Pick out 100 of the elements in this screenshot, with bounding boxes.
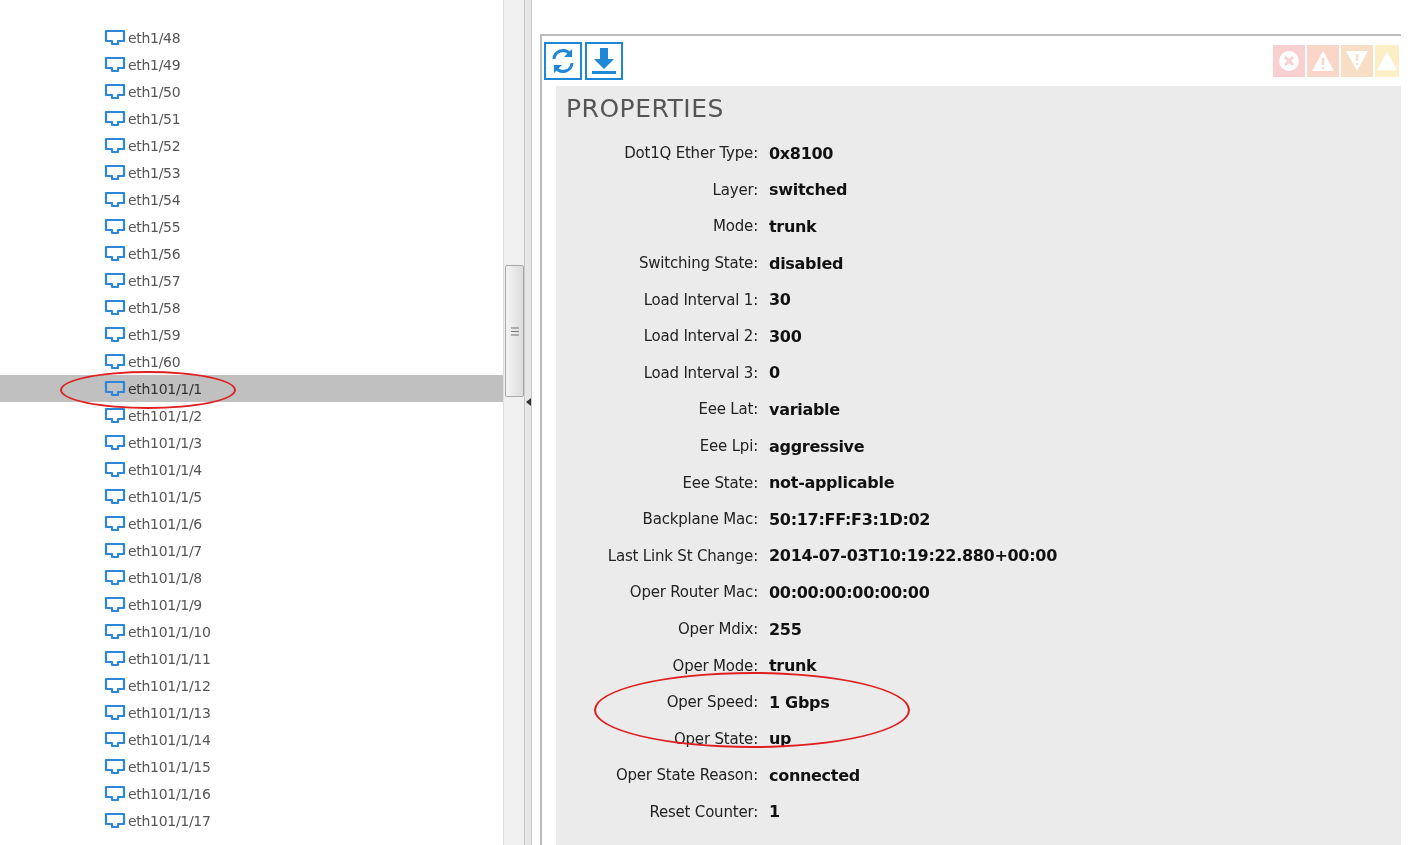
tree-item[interactable]: eth101/1/7 bbox=[0, 537, 503, 564]
interface-label: eth101/1/17 bbox=[128, 812, 211, 829]
property-value: trunk bbox=[769, 656, 817, 676]
tree-item[interactable]: eth101/1/10 bbox=[0, 618, 503, 645]
property-value: variable bbox=[769, 399, 840, 419]
refresh-button[interactable] bbox=[544, 42, 582, 80]
download-icon bbox=[591, 47, 617, 75]
property-label: Oper State Reason: bbox=[614, 766, 758, 785]
tree-item[interactable]: eth101/1/16 bbox=[0, 780, 503, 807]
tree-item[interactable]: eth1/50 bbox=[0, 78, 503, 105]
network-port-icon bbox=[104, 757, 126, 776]
tree-item[interactable]: eth101/1/12 bbox=[0, 672, 503, 699]
property-label: Last Link St Change: bbox=[606, 546, 758, 565]
tree-item[interactable]: eth1/51 bbox=[0, 105, 503, 132]
interface-label: eth1/55 bbox=[128, 218, 181, 235]
warning-fault-button[interactable] bbox=[1375, 45, 1399, 77]
property-value: 300 bbox=[769, 326, 802, 346]
network-port-icon bbox=[104, 55, 126, 74]
tree-item[interactable]: eth101/1/15 bbox=[0, 753, 503, 780]
tree-item[interactable]: eth1/58 bbox=[0, 294, 503, 321]
network-port-icon bbox=[104, 460, 126, 479]
property-value: 255 bbox=[769, 619, 802, 639]
interface-label: eth101/1/5 bbox=[128, 488, 202, 505]
grip-icon bbox=[510, 326, 519, 336]
tree-item[interactable]: eth101/1/1 bbox=[0, 375, 503, 402]
tree-item[interactable]: eth1/56 bbox=[0, 240, 503, 267]
network-port-icon bbox=[104, 271, 126, 290]
tree-item[interactable]: eth101/1/8 bbox=[0, 564, 503, 591]
interface-label: eth101/1/15 bbox=[128, 758, 211, 775]
property-value: switched bbox=[769, 180, 848, 200]
property-label: Load Interval 1: bbox=[642, 290, 758, 309]
tree-item[interactable]: eth101/1/13 bbox=[0, 699, 503, 726]
minor-fault-button[interactable] bbox=[1341, 45, 1373, 77]
network-port-icon bbox=[104, 649, 126, 668]
tree-item[interactable]: eth1/53 bbox=[0, 159, 503, 186]
interface-label: eth1/50 bbox=[128, 83, 181, 100]
interface-label: eth101/1/12 bbox=[128, 677, 211, 694]
property-label: Oper Router Mac: bbox=[628, 583, 758, 602]
interface-label: eth1/58 bbox=[128, 299, 181, 316]
interface-label: eth1/48 bbox=[128, 29, 181, 46]
interface-label: eth101/1/14 bbox=[128, 731, 211, 748]
tree-item[interactable]: eth1/60 bbox=[0, 348, 503, 375]
network-port-icon bbox=[104, 514, 126, 533]
critical-fault-button[interactable] bbox=[1273, 45, 1305, 77]
network-port-icon bbox=[104, 28, 126, 47]
tree-item[interactable]: eth101/1/6 bbox=[0, 510, 503, 537]
tree-item[interactable]: eth101/1/4 bbox=[0, 456, 503, 483]
property-label: Oper State: bbox=[672, 729, 758, 748]
tree-item[interactable]: eth101/1/3 bbox=[0, 429, 503, 456]
interface-label: eth101/1/1 bbox=[128, 380, 202, 397]
network-port-icon bbox=[104, 676, 126, 695]
down-triangle-icon bbox=[1345, 50, 1369, 72]
tree-item[interactable]: eth1/54 bbox=[0, 186, 503, 213]
interface-label: eth1/51 bbox=[128, 110, 181, 127]
warning-icon bbox=[1311, 50, 1335, 72]
tree-item[interactable]: eth101/1/14 bbox=[0, 726, 503, 753]
interface-label: eth1/60 bbox=[128, 353, 181, 370]
property-label: Eee State: bbox=[681, 473, 758, 492]
tree-item[interactable]: eth1/52 bbox=[0, 132, 503, 159]
tree-item[interactable]: eth1/59 bbox=[0, 321, 503, 348]
download-button[interactable] bbox=[585, 42, 623, 80]
property-label: Backplane Mac: bbox=[641, 510, 758, 529]
network-port-icon bbox=[104, 298, 126, 317]
property-label: Eee Lat: bbox=[697, 400, 758, 419]
interface-label: eth101/1/3 bbox=[128, 434, 202, 451]
tree-item[interactable]: eth1/49 bbox=[0, 51, 503, 78]
interface-label: eth101/1/6 bbox=[128, 515, 202, 532]
network-port-icon bbox=[104, 163, 126, 182]
property-label: Switching State: bbox=[637, 254, 758, 273]
property-value: 50:17:FF:F3:1D:02 bbox=[769, 509, 931, 529]
tree-item[interactable]: eth1/48 bbox=[0, 24, 503, 51]
tree-item[interactable]: eth101/1/11 bbox=[0, 645, 503, 672]
network-port-icon bbox=[104, 244, 126, 263]
network-port-icon bbox=[104, 82, 126, 101]
tree-item[interactable]: eth1/57 bbox=[0, 267, 503, 294]
tree-item[interactable]: eth1/55 bbox=[0, 213, 503, 240]
scrollbar[interactable] bbox=[503, 0, 524, 845]
tree-item[interactable]: eth101/1/2 bbox=[0, 402, 503, 429]
close-icon bbox=[1278, 50, 1300, 72]
interface-label: eth101/1/8 bbox=[128, 569, 202, 586]
tree-item[interactable]: eth101/1/5 bbox=[0, 483, 503, 510]
network-port-icon bbox=[104, 325, 126, 344]
network-port-icon bbox=[104, 136, 126, 155]
network-port-icon bbox=[104, 730, 126, 749]
network-port-icon bbox=[104, 541, 126, 560]
major-fault-button[interactable] bbox=[1307, 45, 1339, 77]
collapse-arrow-icon[interactable] bbox=[525, 398, 531, 406]
property-value: not-applicable bbox=[769, 473, 895, 493]
network-port-icon bbox=[104, 622, 126, 641]
property-label: Oper Speed: bbox=[665, 693, 758, 712]
network-port-icon bbox=[104, 406, 126, 425]
network-port-icon bbox=[104, 595, 126, 614]
interface-label: eth1/54 bbox=[128, 191, 181, 208]
property-value: 1 Gbps bbox=[769, 692, 830, 712]
scroll-thumb[interactable] bbox=[505, 265, 524, 397]
interface-label: eth101/1/10 bbox=[128, 623, 211, 640]
property-value: 0 bbox=[769, 363, 780, 383]
tree-item[interactable]: eth101/1/17 bbox=[0, 807, 503, 834]
interface-label: eth101/1/2 bbox=[128, 407, 202, 424]
tree-item[interactable]: eth101/1/9 bbox=[0, 591, 503, 618]
